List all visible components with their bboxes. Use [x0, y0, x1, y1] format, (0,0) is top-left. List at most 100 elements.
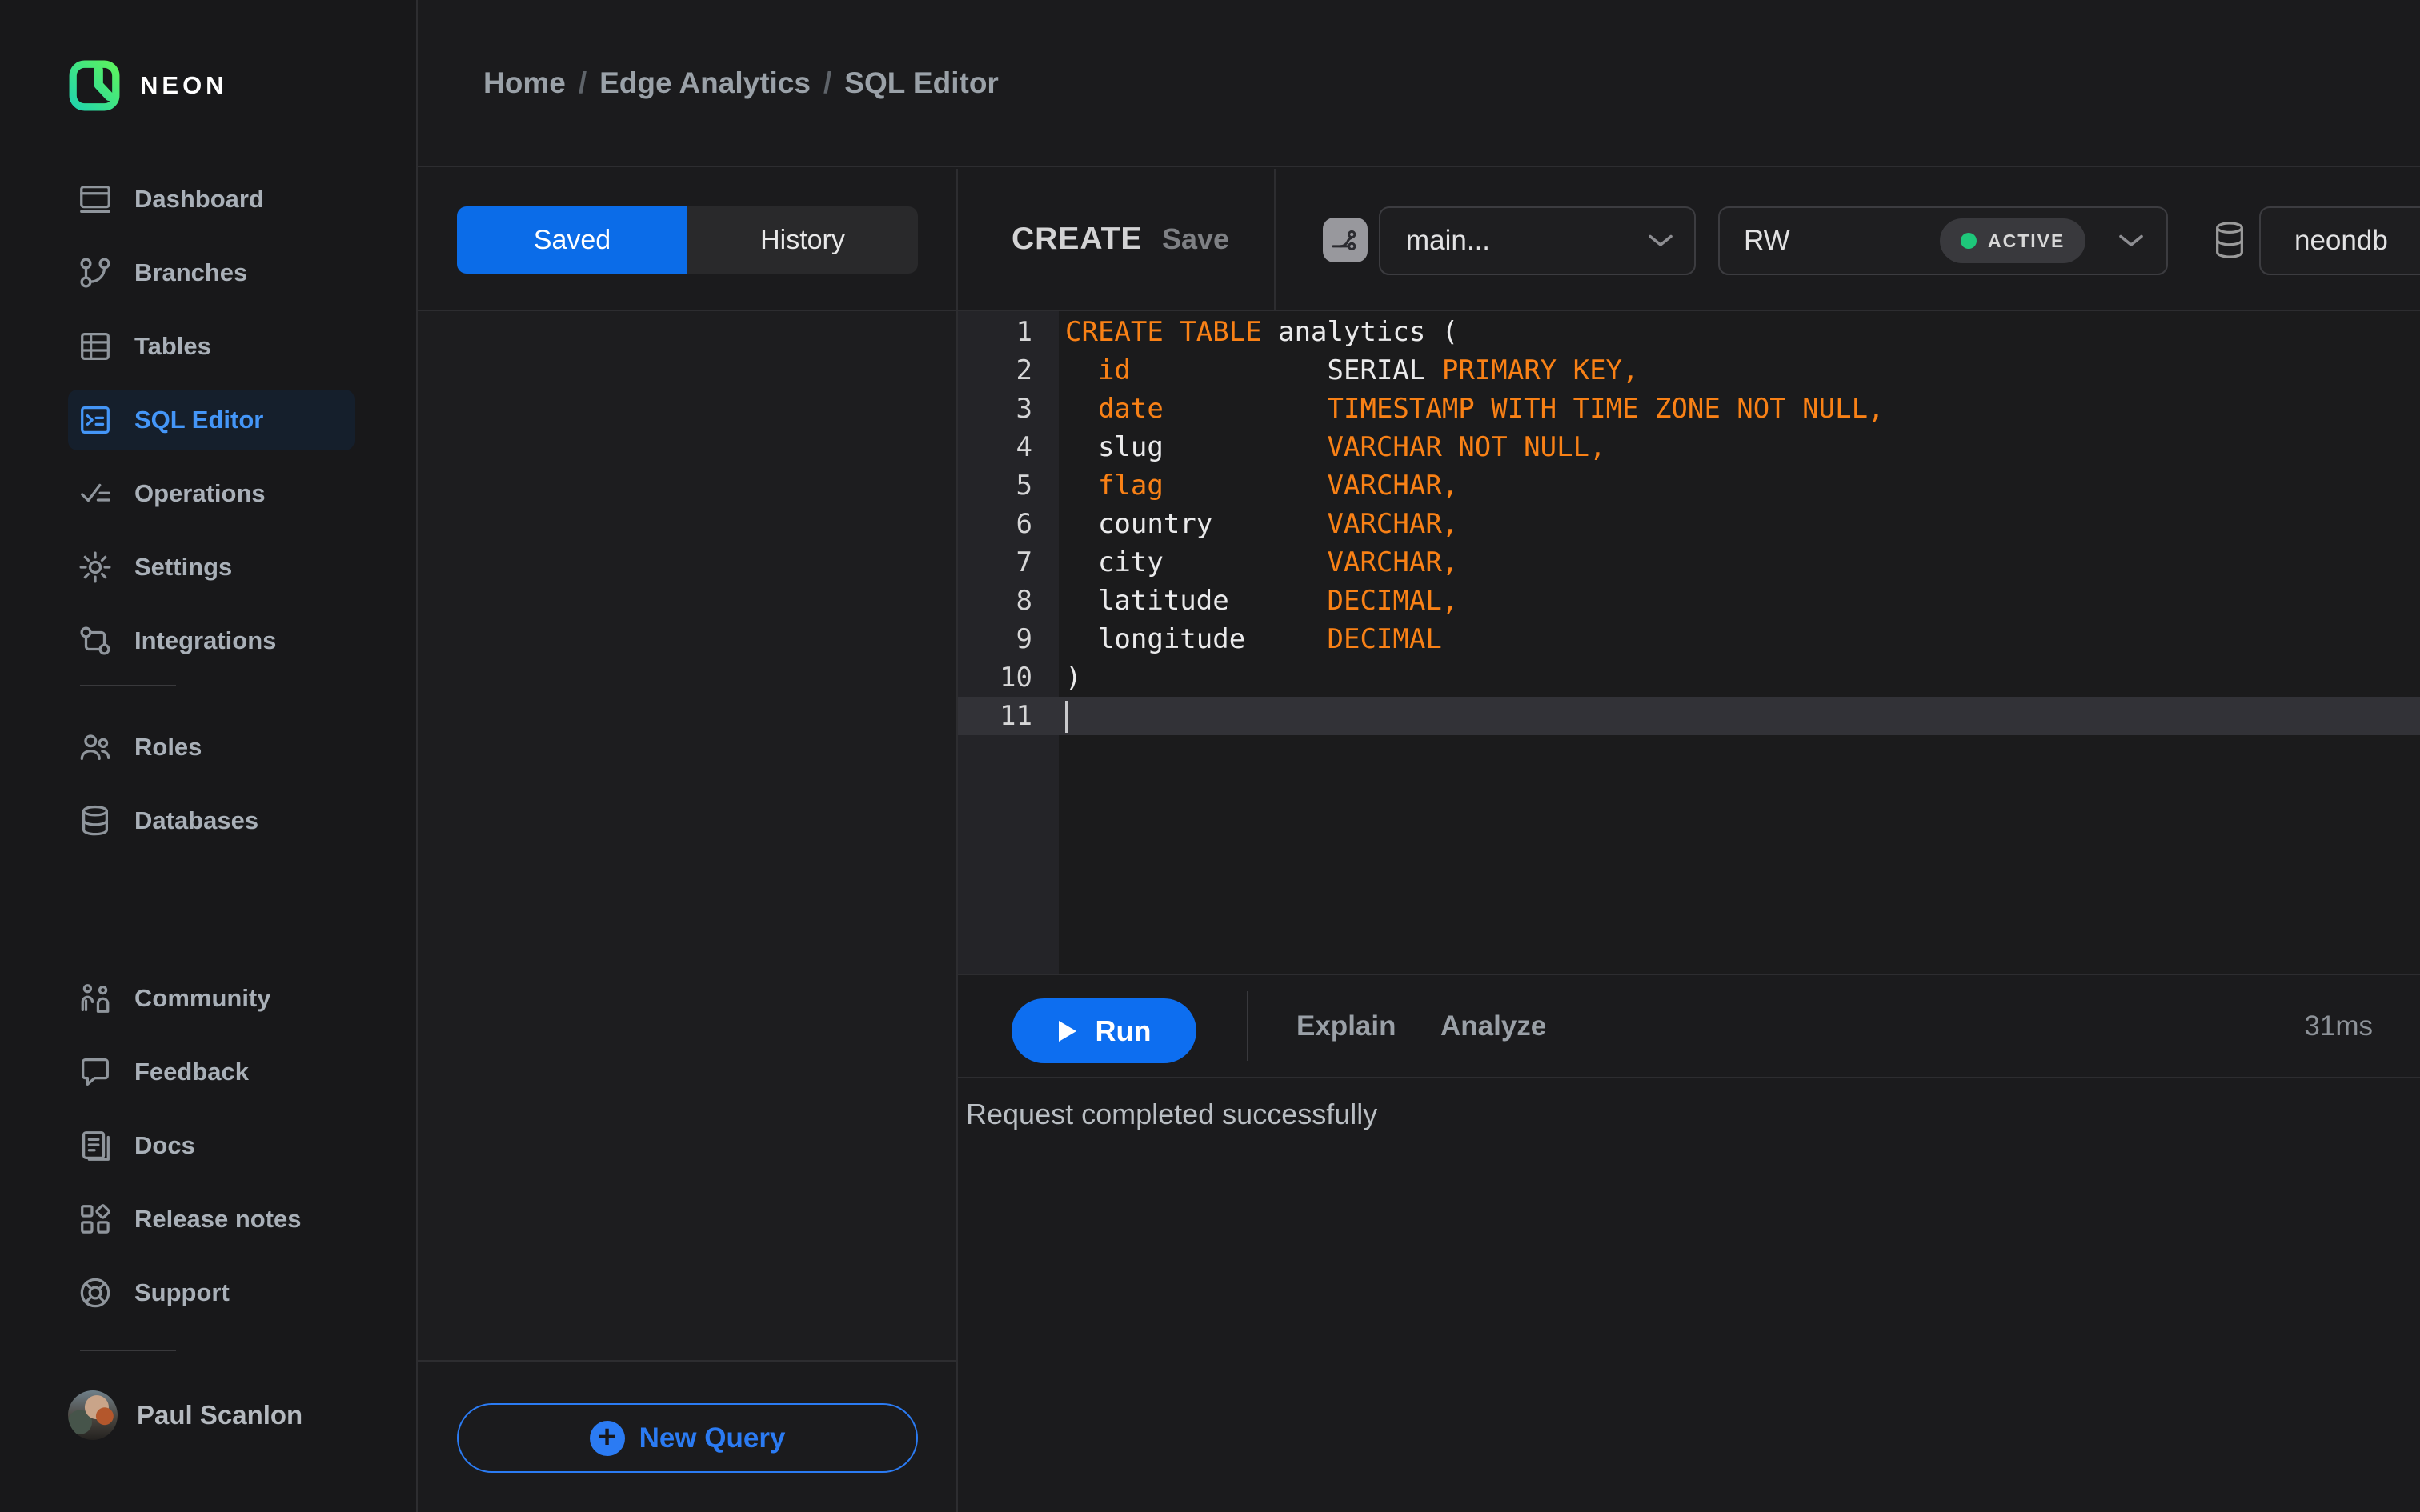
run-bar-divider: [1247, 991, 1248, 1061]
query-list-footer: + New Query: [418, 1360, 956, 1512]
breadcrumb-item[interactable]: Home: [483, 66, 566, 100]
code-line-content: [1059, 699, 1068, 733]
breadcrumb: Home / Edge Analytics / SQL Editor: [483, 0, 999, 166]
user-name: Paul Scanlon: [137, 1400, 303, 1430]
avatar: [68, 1390, 118, 1440]
branch-selector[interactable]: main...: [1379, 206, 1696, 275]
run-button[interactable]: Run: [1012, 998, 1196, 1063]
database-selector[interactable]: neondb: [2259, 206, 2420, 275]
dashboard-icon: [77, 181, 114, 218]
sidebar-item-label: Dashboard: [134, 185, 264, 213]
active-dot-icon: [1961, 233, 1977, 249]
breadcrumb-bar: Home / Edge Analytics / SQL Editor: [418, 0, 2420, 167]
code-line-content: date TIMESTAMP WITH TIME ZONE NOT NULL,: [1097, 393, 1885, 425]
line-number: 10: [1000, 662, 1032, 694]
databases-icon: [77, 802, 114, 839]
status-badge-label: ACTIVE: [1988, 230, 2065, 251]
line-number: 5: [1016, 470, 1032, 502]
line-number: 11: [1000, 700, 1032, 732]
sidebar-item-operations[interactable]: Operations: [68, 457, 355, 530]
sidebar: NEON Dashboard Branches Tables SQL Editor Op…: [0, 0, 418, 1512]
branch-icon: [1332, 230, 1356, 251]
run-bar: Run Explain Analyze 31ms: [958, 974, 2420, 1078]
sidebar-item-branches[interactable]: Branches: [68, 236, 355, 310]
breadcrumb-item[interactable]: SQL Editor: [844, 66, 999, 100]
brand-logo[interactable]: NEON: [68, 59, 228, 112]
sidebar-item-tables[interactable]: Tables: [68, 310, 355, 383]
sidebar-item-label: Tables: [134, 332, 211, 360]
code-line-content: flag VARCHAR,: [1097, 470, 1459, 502]
branch-icon-button[interactable]: [1323, 218, 1368, 262]
sidebar-item-release-notes[interactable]: Release notes: [68, 1182, 355, 1256]
sidebar-divider: [80, 1350, 176, 1351]
line-number: 2: [1016, 354, 1032, 386]
code-line-content: city VARCHAR,: [1065, 546, 1459, 578]
neon-logo-icon: [68, 59, 121, 112]
docs-icon: [77, 1127, 114, 1164]
editor-toolbar: CREATE Save main... RW ACTIVE neondb: [958, 169, 2420, 311]
code-line-4: 4 slug VARCHAR NOT NULL,: [958, 428, 2420, 466]
saved-history-tabs: Saved History: [457, 206, 918, 274]
sidebar-item-settings[interactable]: Settings: [68, 530, 355, 604]
code-line-2: 2 id SERIAL PRIMARY KEY,: [958, 351, 2420, 390]
sidebar-item-integrations[interactable]: Integrations: [68, 604, 355, 678]
sidebar-divider: [80, 685, 176, 686]
breadcrumb-separator: /: [823, 66, 832, 99]
community-icon: [77, 980, 114, 1017]
text-cursor: [1065, 700, 1068, 733]
code-line-content: CREATE TABLE analytics (: [1065, 316, 1459, 348]
tab-saved[interactable]: Saved: [457, 206, 687, 274]
query-title: CREATE: [1012, 222, 1143, 256]
sidebar-item-support[interactable]: Support: [68, 1256, 355, 1330]
compute-selector[interactable]: RW ACTIVE: [1718, 206, 2168, 275]
line-number: 3: [1016, 393, 1032, 425]
app-root: NEON Dashboard Branches Tables SQL Editor Op…: [0, 0, 2420, 1512]
new-query-button[interactable]: + New Query: [457, 1403, 918, 1473]
plus-icon: +: [589, 1420, 625, 1456]
operations-icon: [77, 475, 114, 512]
code-line-1: 1 CREATE TABLE analytics (: [958, 313, 2420, 351]
sidebar-item-label: SQL Editor: [134, 406, 264, 434]
release-notes-icon: [77, 1201, 114, 1238]
code-line-content: longitude DECIMAL: [1065, 623, 1442, 655]
sidebar-item-roles[interactable]: Roles: [68, 710, 355, 784]
sidebar-item-label: Docs: [134, 1131, 195, 1159]
line-number: 1: [1016, 316, 1032, 348]
run-label: Run: [1095, 1014, 1152, 1047]
tables-icon: [77, 328, 114, 365]
sidebar-item-community[interactable]: Community: [68, 962, 355, 1035]
play-icon: [1058, 1020, 1076, 1042]
sidebar-item-label: Integrations: [134, 626, 277, 654]
sidebar-item-label: Operations: [134, 479, 266, 507]
code-line-content: country VARCHAR,: [1065, 508, 1459, 540]
sidebar-item-label: Settings: [134, 553, 233, 581]
analyze-button[interactable]: Analyze: [1440, 1010, 1546, 1042]
sql-editor-icon: [77, 402, 114, 438]
sidebar-item-label: Roles: [134, 733, 202, 761]
code-line-content: latitude DECIMAL,: [1065, 585, 1459, 617]
sidebar-item-docs[interactable]: Docs: [68, 1109, 355, 1182]
sidebar-item-label: Release notes: [134, 1205, 302, 1233]
line-number: 9: [1016, 623, 1032, 655]
code-line-content: slug VARCHAR NOT NULL,: [1065, 431, 1606, 463]
sidebar-item-sql-editor[interactable]: SQL Editor: [68, 390, 355, 450]
code-line-10: 10): [958, 658, 2420, 697]
line-number: 8: [1016, 585, 1032, 617]
tab-history[interactable]: History: [687, 206, 918, 274]
explain-button[interactable]: Explain: [1296, 1010, 1396, 1042]
sidebar-item-dashboard[interactable]: Dashboard: [68, 162, 355, 236]
code-editor[interactable]: 1 CREATE TABLE analytics (2 id SERIAL PRI…: [958, 311, 2420, 974]
line-number: 7: [1016, 546, 1032, 578]
save-button[interactable]: Save: [1162, 222, 1229, 256]
database-name: neondb: [2294, 225, 2388, 256]
user-menu[interactable]: Paul Scanlon: [68, 1378, 302, 1452]
query-list-panel: Saved History + New Query: [418, 169, 958, 1512]
sidebar-item-feedback[interactable]: Feedback: [68, 1035, 355, 1109]
sidebar-item-label: Branches: [134, 258, 248, 286]
branch-selector-value: main...: [1406, 225, 1491, 256]
toolbar-divider: [1274, 169, 1276, 310]
brand-name: NEON: [140, 71, 228, 99]
code-line-6: 6 country VARCHAR,: [958, 505, 2420, 543]
breadcrumb-item[interactable]: Edge Analytics: [599, 66, 811, 100]
sidebar-item-databases[interactable]: Databases: [68, 784, 355, 858]
